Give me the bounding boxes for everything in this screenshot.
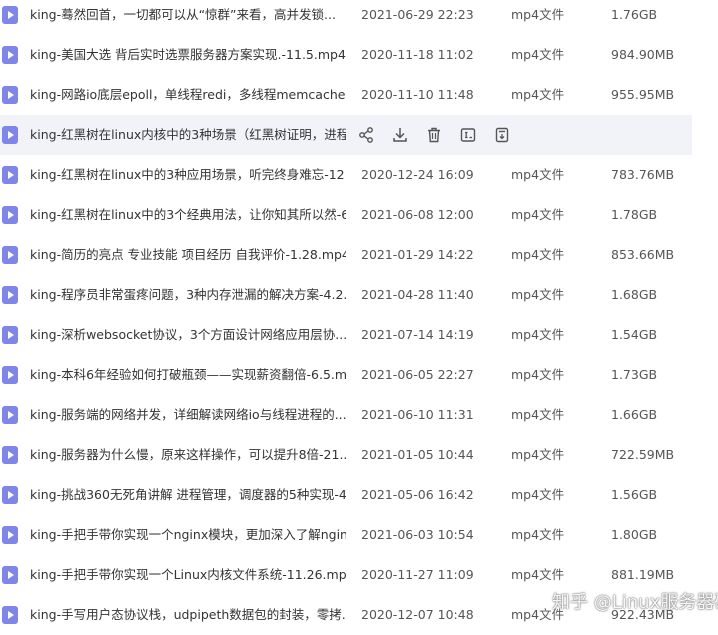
- file-modified-date: 2020-12-24 16:09: [361, 167, 474, 182]
- file-row[interactable]: king-手把手带你实现一个nginx模块，更加深入了解ngin... 2021-…: [0, 515, 692, 555]
- file-row[interactable]: king-服务器为什么慢，原来这样操作，可以提升8倍-21.... 2021-01…: [0, 435, 692, 475]
- file-size: 1.66GB: [611, 407, 658, 422]
- file-row[interactable]: king-程序员非常蛋疼问题，3种内存泄漏的解决方案-4.2... 2021-04…: [0, 275, 692, 315]
- file-size: 783.76MB: [611, 167, 675, 182]
- video-file-icon: [2, 166, 18, 184]
- file-row[interactable]: king-红黑树在linux中的3个经典用法，让你知其所以然-6... 2021-…: [0, 195, 692, 235]
- file-type: mp4文件: [511, 527, 565, 542]
- file-size: 1.54GB: [611, 327, 658, 342]
- file-type: mp4文件: [511, 287, 565, 302]
- file-name[interactable]: king-手把手带你实现一个Linux内核文件系统-11.26.mp4: [30, 555, 346, 595]
- file-row[interactable]: king-挑战360无死角讲解 进程管理，调度器的5种实现-4... 2021-0…: [0, 475, 692, 515]
- file-modified-date: 2020-12-07 10:48: [361, 607, 474, 622]
- video-file-icon: [2, 606, 18, 624]
- file-modified-date: 2020-11-10 11:48: [361, 87, 474, 102]
- file-modified-date: 2020-11-18 11:02: [361, 47, 474, 62]
- file-name[interactable]: king-深析websocket协议，3个方面设计网络应用层协...: [30, 315, 346, 355]
- file-size: 955.95MB: [611, 87, 675, 102]
- file-type: mp4文件: [511, 367, 565, 382]
- file-size: 1.56GB: [611, 487, 658, 502]
- video-file-icon: [2, 486, 18, 504]
- video-file-icon: [2, 326, 18, 344]
- file-modified-date: 2020-11-27 11:09: [361, 567, 474, 582]
- file-name[interactable]: king-红黑树在linux内核中的3种场景（红黑树证明，进程...: [30, 115, 346, 155]
- watermark: 知乎 @Linux服务器研究: [552, 592, 718, 613]
- file-type: mp4文件: [511, 447, 565, 462]
- file-row[interactable]: king-网路io底层epoll，单线程redi，多线程memcache... 2…: [0, 75, 692, 115]
- file-type: mp4文件: [511, 407, 565, 422]
- file-modified-date: 2021-06-03 10:54: [361, 527, 474, 542]
- file-modified-date: 2021-04-28 11:40: [361, 287, 474, 302]
- download-icon[interactable]: [390, 125, 410, 145]
- file-modified-date: 2021-01-05 10:44: [361, 447, 474, 462]
- file-modified-date: 2021-01-29 14:22: [361, 247, 474, 262]
- file-type: mp4文件: [511, 207, 565, 222]
- file-name[interactable]: king-服务端的网络并发，详细解读网络io与线程进程的...: [30, 395, 346, 435]
- file-name[interactable]: king-本科6年经验如何打破瓶颈——实现薪资翻倍-6.5.m...: [30, 355, 346, 395]
- file-row[interactable]: king-红黑树在linux中的3种应用场景，听完终身难忘-12.... 2020…: [0, 155, 692, 195]
- share-icon[interactable]: [356, 125, 376, 145]
- file-row[interactable]: king-本科6年经验如何打破瓶颈——实现薪资翻倍-6.5.m... 2021-0…: [0, 355, 692, 395]
- file-row[interactable]: king-红黑树在linux内核中的3种场景（红黑树证明，进程...: [0, 115, 692, 155]
- file-type: mp4文件: [511, 247, 565, 262]
- file-size: 853.66MB: [611, 247, 675, 262]
- file-name[interactable]: king-蓦然回首，一切都可以从“惊群”来看，高并发锁...: [30, 0, 346, 35]
- file-name[interactable]: king-红黑树在linux中的3个经典用法，让你知其所以然-6...: [30, 195, 346, 235]
- file-row[interactable]: king-美国大选 背后实时选票服务器方案实现.-11.5.mp4 2020-11…: [0, 35, 692, 75]
- file-size: 1.78GB: [611, 207, 658, 222]
- video-file-icon: [2, 566, 18, 584]
- file-name[interactable]: king-网路io底层epoll，单线程redi，多线程memcache...: [30, 75, 346, 115]
- video-file-icon: [2, 6, 18, 24]
- file-name[interactable]: king-红黑树在linux中的3种应用场景，听完终身难忘-12....: [30, 155, 346, 195]
- video-file-icon: [2, 406, 18, 424]
- file-list: king-蓦然回首，一切都可以从“惊群”来看，高并发锁... 2021-06-29…: [0, 0, 718, 629]
- file-modified-date: 2021-05-06 16:42: [361, 487, 474, 502]
- file-name[interactable]: king-手把手带你实现一个nginx模块，更加深入了解ngin...: [30, 515, 346, 555]
- rename-icon[interactable]: [458, 125, 478, 145]
- video-file-icon: [2, 86, 18, 104]
- file-row[interactable]: king-深析websocket协议，3个方面设计网络应用层协... 2021-0…: [0, 315, 692, 355]
- video-file-icon: [2, 206, 18, 224]
- video-file-icon: [2, 446, 18, 464]
- file-type: mp4文件: [511, 87, 565, 102]
- file-size: 1.73GB: [611, 367, 658, 382]
- file-modified-date: 2021-07-14 14:19: [361, 327, 474, 342]
- file-name[interactable]: king-挑战360无死角讲解 进程管理，调度器的5种实现-4...: [30, 475, 346, 515]
- video-file-icon: [2, 126, 18, 144]
- file-size: 1.68GB: [611, 287, 658, 302]
- file-type: mp4文件: [511, 7, 565, 22]
- file-type: mp4文件: [511, 327, 565, 342]
- file-name[interactable]: king-手写用户态协议栈，udpipeth数据包的封装，零拷...: [30, 595, 346, 635]
- file-row[interactable]: king-蓦然回首，一切都可以从“惊群”来看，高并发锁... 2021-06-29…: [0, 0, 692, 35]
- file-modified-date: 2021-06-08 12:00: [361, 207, 474, 222]
- file-size: 984.90MB: [611, 47, 675, 62]
- file-modified-date: 2021-06-05 22:27: [361, 367, 474, 382]
- file-type: mp4文件: [511, 167, 565, 182]
- more-icon[interactable]: [492, 125, 512, 145]
- video-file-icon: [2, 286, 18, 304]
- file-size: 1.76GB: [611, 7, 658, 22]
- file-name[interactable]: king-服务器为什么慢，原来这样操作，可以提升8倍-21....: [30, 435, 346, 475]
- file-name[interactable]: king-简历的亮点 专业技能 项目经历 自我评价-1.28.mp4: [30, 235, 346, 275]
- file-modified-date: 2021-06-10 11:31: [361, 407, 474, 422]
- file-row[interactable]: king-服务端的网络并发，详细解读网络io与线程进程的... 2021-06-1…: [0, 395, 692, 435]
- file-type: mp4文件: [511, 487, 565, 502]
- file-row[interactable]: king-简历的亮点 专业技能 项目经历 自我评价-1.28.mp4 2021-0…: [0, 235, 692, 275]
- file-size: 1.80GB: [611, 527, 658, 542]
- file-type: mp4文件: [511, 47, 565, 62]
- file-modified-date: 2021-06-29 22:23: [361, 7, 474, 22]
- file-name[interactable]: king-美国大选 背后实时选票服务器方案实现.-11.5.mp4: [30, 35, 346, 75]
- video-file-icon: [2, 246, 18, 264]
- video-file-icon: [2, 366, 18, 384]
- file-size: 722.59MB: [611, 447, 675, 462]
- delete-icon[interactable]: [424, 125, 444, 145]
- video-file-icon: [2, 46, 18, 64]
- file-name[interactable]: king-程序员非常蛋疼问题，3种内存泄漏的解决方案-4.2...: [30, 275, 346, 315]
- video-file-icon: [2, 526, 18, 544]
